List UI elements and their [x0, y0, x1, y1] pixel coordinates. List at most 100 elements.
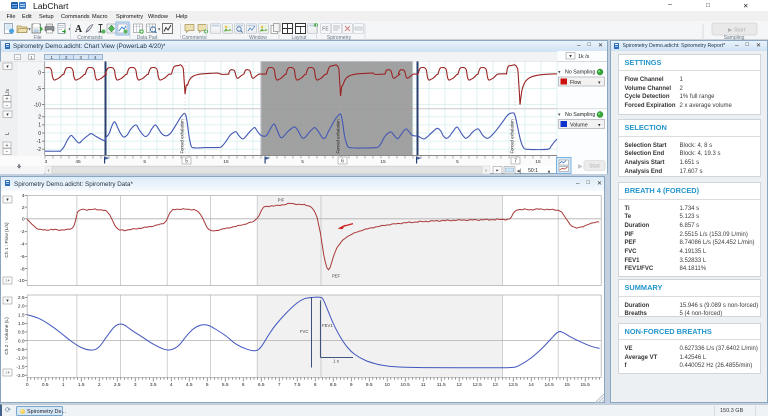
svg-text:2: 2 [98, 382, 101, 388]
svg-text:1.5: 1.5 [78, 382, 85, 388]
svg-text:15: 15 [223, 159, 229, 165]
svg-text:0: 0 [38, 130, 41, 136]
svg-text:-2.0: -2.0 [16, 373, 25, 379]
svg-text:3: 3 [134, 382, 137, 388]
svg-text:0.5: 0.5 [18, 330, 25, 336]
svg-text:11: 11 [421, 382, 426, 388]
svg-text:1.5: 1.5 [18, 312, 25, 318]
svg-text:9.5: 9.5 [366, 382, 373, 388]
svg-text:5.5: 5.5 [222, 382, 229, 388]
svg-text:Ch 1 : Flow (L/s): Ch 1 : Flow (L/s) [4, 222, 10, 258]
svg-text:5: 5 [143, 159, 146, 165]
svg-text:FEV1: FEV1 [322, 323, 333, 328]
svg-text:10.5: 10.5 [401, 382, 411, 388]
svg-text:45: 45 [75, 159, 81, 165]
svg-text:0: 0 [26, 382, 29, 388]
svg-text:14.5: 14.5 [545, 382, 555, 388]
svg-text:7.5: 7.5 [294, 382, 301, 388]
svg-text:5: 5 [185, 158, 188, 164]
svg-text:▾: ▾ [29, 27, 32, 32]
svg-text:12: 12 [457, 382, 463, 388]
svg-text:6.5: 6.5 [258, 382, 265, 388]
svg-text:-0.5: -0.5 [16, 347, 25, 353]
svg-text:⚘: ⚘ [16, 163, 22, 171]
svg-text:4.5: 4.5 [186, 382, 193, 388]
svg-text:6: 6 [341, 158, 344, 164]
svg-text:15: 15 [535, 159, 541, 165]
svg-text:50:1: 50:1 [528, 168, 538, 174]
svg-text:8.5: 8.5 [330, 382, 337, 388]
svg-text:-6: -6 [20, 254, 25, 260]
svg-text:9: 9 [350, 382, 353, 388]
svg-text:-2: -2 [37, 147, 42, 153]
svg-text:L: L [5, 131, 11, 134]
svg-text:-10: -10 [18, 278, 25, 284]
svg-text:-2: -2 [20, 229, 25, 235]
svg-text:1 s: 1 s [333, 359, 339, 364]
svg-text:5: 5 [456, 159, 459, 165]
svg-text:1: 1 [62, 382, 65, 388]
svg-text:Flow: Flow [570, 79, 581, 85]
svg-text:14: 14 [529, 382, 535, 388]
svg-text:PEF: PEF [332, 274, 341, 279]
svg-text:Start: Start [589, 163, 600, 169]
svg-text:13.5: 13.5 [509, 382, 519, 388]
svg-text:8: 8 [314, 382, 317, 388]
svg-text:▾: ▾ [158, 27, 161, 32]
svg-text:4: 4 [170, 382, 173, 388]
svg-text:FVC: FVC [300, 329, 309, 334]
svg-text:-8: -8 [20, 266, 25, 272]
svg-text:7: 7 [278, 382, 281, 388]
svg-text:▴: ▴ [548, 168, 551, 174]
svg-text:No Sampling: No Sampling [565, 112, 595, 118]
svg-text:12.5: 12.5 [473, 382, 483, 388]
svg-text:−: − [6, 102, 9, 108]
svg-text:2.0: 2.0 [18, 304, 25, 310]
svg-text:-1.0: -1.0 [16, 356, 25, 362]
svg-text:+: + [6, 96, 9, 102]
svg-text:15.5: 15.5 [581, 382, 591, 388]
svg-text:0.5: 0.5 [42, 382, 49, 388]
svg-text:11.5: 11.5 [437, 382, 446, 388]
svg-text:-10: -10 [34, 102, 41, 108]
svg-text:Forced exhalation: Forced exhalation [336, 118, 341, 153]
svg-text:−: − [6, 149, 9, 155]
svg-text:-1.5: -1.5 [16, 364, 25, 370]
svg-text:5: 5 [206, 382, 209, 388]
svg-text:-1: -1 [37, 138, 42, 144]
svg-text:FE: FE [322, 27, 329, 33]
svg-text:Forced exhalation: Forced exhalation [510, 118, 515, 153]
svg-text:1.0: 1.0 [18, 321, 25, 327]
svg-text:2: 2 [22, 205, 25, 211]
svg-text:1: 1 [38, 122, 41, 128]
svg-text:-4: -4 [20, 242, 25, 248]
svg-text:7: 7 [514, 158, 517, 164]
svg-text:3.5: 3.5 [150, 382, 157, 388]
svg-text:▶: ▶ [578, 164, 583, 170]
svg-text:PIF: PIF [278, 198, 285, 203]
svg-text:Forced exhalation: Forced exhalation [180, 118, 185, 153]
svg-text:↕+: ↕+ [5, 371, 10, 376]
svg-text:13: 13 [493, 382, 499, 388]
svg-text:↕+: ↕+ [5, 279, 10, 284]
svg-text:0: 0 [22, 217, 25, 223]
svg-text:6: 6 [242, 382, 245, 388]
svg-text:0: 0 [38, 70, 41, 76]
svg-text:4: 4 [22, 193, 25, 199]
svg-text:2.5: 2.5 [18, 295, 25, 301]
svg-text:1k /s: 1k /s [578, 53, 590, 59]
svg-text:10: 10 [385, 382, 391, 388]
svg-text:+: + [6, 142, 9, 148]
svg-text:No Sampling: No Sampling [565, 69, 595, 75]
svg-text:-5: -5 [37, 86, 42, 92]
svg-text:Ch 2 : Volume (L): Ch 2 : Volume (L) [4, 317, 10, 355]
svg-text:5: 5 [301, 159, 304, 165]
svg-text:2: 2 [38, 114, 41, 120]
svg-text:15: 15 [565, 382, 571, 388]
svg-text:▶ Start: ▶ Start [728, 28, 746, 34]
svg-text:A: A [75, 24, 83, 35]
svg-text:0.0: 0.0 [18, 338, 25, 344]
svg-text:3: 3 [45, 159, 48, 165]
svg-text:L/s: L/s [5, 88, 11, 95]
svg-text:2.5: 2.5 [114, 382, 121, 388]
